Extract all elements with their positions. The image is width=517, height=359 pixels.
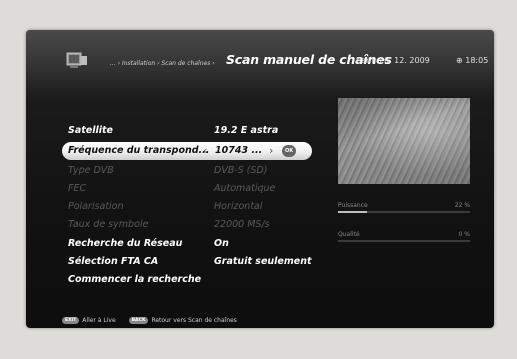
clock-display: ⊕ 18:05	[456, 56, 489, 65]
menu-item-value: Horizontal	[214, 201, 263, 212]
menu-item-value: Gratuit seulement	[214, 256, 312, 267]
menu-item-value: 10743 ...	[215, 145, 263, 156]
back-hint: Retour vers Scan de chaînes	[151, 317, 237, 324]
menu-item-label: Satellite	[68, 125, 113, 136]
menu-item-value: On	[214, 238, 229, 249]
tv-icon	[66, 52, 87, 68]
menu-item-value: DVB-S (SD)	[214, 165, 268, 176]
video-preview	[338, 98, 470, 184]
menu-item-label: Commencer la recherche	[68, 274, 202, 285]
tv-screen: ... › Installation › Scan de chaînes › S…	[26, 30, 494, 328]
quality-value: 0 %	[458, 231, 470, 238]
menu-item-label: Taux de symbole	[68, 219, 149, 230]
power-label: Puissance	[338, 202, 368, 209]
breadcrumb: ... › Installation › Scan de chaînes ›	[110, 60, 215, 67]
header-bar: ... › Installation › Scan de chaînes › S…	[26, 30, 494, 98]
menu-item-value: 19.2 E astra	[214, 125, 279, 136]
power-meter-fill	[338, 211, 368, 213]
menu-item-label: FEC	[68, 183, 87, 194]
footer-hints: EXIT Aller à Live BACK Retour vers Scan de…	[62, 310, 245, 324]
date-display: Sam, 26. 12. 2009	[356, 56, 430, 65]
power-value: 22 %	[454, 202, 470, 209]
quality-meter	[338, 240, 470, 242]
menu-item-frequency-selected[interactable]: Fréquence du transpond... ‹ 10743 ... › …	[62, 142, 312, 160]
quality-label: Qualité	[338, 231, 360, 238]
power-meter	[338, 211, 470, 213]
menu-item-label: Polarisation	[68, 201, 124, 212]
chevron-right-icon[interactable]: ›	[269, 144, 273, 157]
menu-item-value: 22000 MS/s	[214, 219, 270, 230]
exit-key-icon[interactable]: EXIT	[62, 317, 80, 324]
exit-hint: Aller à Live	[82, 317, 116, 324]
menu-item-label: Sélection FTA CA	[68, 256, 159, 267]
menu-item-label: Fréquence du transpond...	[68, 145, 210, 156]
menu-item-label: Type DVB	[68, 165, 114, 176]
menu-item-value: Automatique	[214, 183, 276, 194]
back-key-icon[interactable]: BACK	[128, 317, 149, 324]
ok-button-icon[interactable]: OK	[282, 145, 296, 157]
chevron-left-icon[interactable]: ‹	[203, 144, 207, 157]
menu-item-label: Recherche du Réseau	[68, 238, 183, 249]
